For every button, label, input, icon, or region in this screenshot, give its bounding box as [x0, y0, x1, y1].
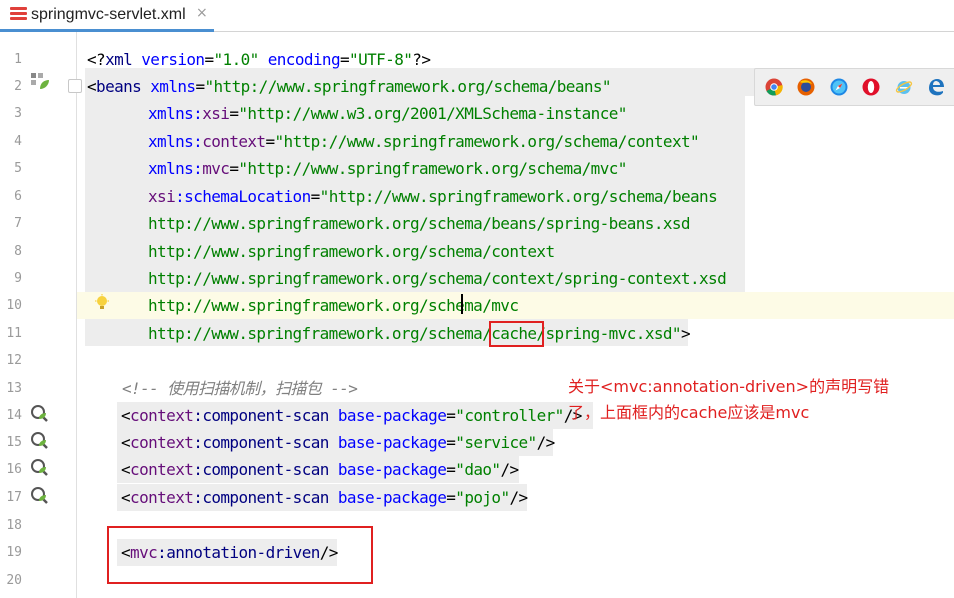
code-line-4: xmlns:context="http://www.springframewor…: [148, 132, 700, 151]
line-number: 5: [14, 161, 22, 176]
line-number: 12: [6, 353, 22, 368]
component-scan-icon[interactable]: [30, 404, 50, 422]
error-annotation-note: 关于<mvc:annotation-driven>的声明写错 了，上面框内的ca…: [568, 374, 948, 426]
line-number: 2: [14, 79, 22, 94]
line-number: 20: [6, 573, 22, 588]
line-number: 18: [6, 518, 22, 533]
code-line-5: xmlns:mvc="http://www.springframework.or…: [148, 159, 627, 178]
code-line-3: xmlns:xsi="http://www.w3.org/2001/XMLSch…: [148, 104, 627, 123]
code-line-6: xsi:schemaLocation="http://www.springfra…: [148, 187, 718, 206]
spring-bean-icon[interactable]: [30, 72, 50, 90]
code-line-8: http://www.springframework.org/schema/co…: [148, 242, 555, 261]
text-caret: [461, 294, 463, 314]
firefox-icon[interactable]: [797, 78, 815, 96]
browser-preview-bar: [754, 68, 954, 106]
edge-icon[interactable]: [927, 78, 945, 96]
safari-icon[interactable]: [830, 78, 848, 96]
code-line-11: http://www.springframework.org/schema/ca…: [148, 324, 691, 343]
tab-springmvc-servlet[interactable]: springmvc-servlet.xml ×: [0, 0, 214, 32]
xml-file-icon: [10, 7, 27, 23]
code-editor[interactable]: <?xml version="1.0" encoding="UTF-8"?> <…: [68, 32, 954, 598]
line-number: 4: [14, 134, 22, 149]
line-number: 7: [14, 216, 22, 231]
ie-icon[interactable]: [895, 78, 913, 96]
opera-icon[interactable]: [862, 78, 880, 96]
code-line-1: <?xml version="1.0" encoding="UTF-8"?>: [87, 50, 431, 69]
line-number: 6: [14, 189, 22, 204]
line-number: 10: [6, 298, 22, 313]
code-line-14: <context:component-scan base-package="co…: [121, 406, 582, 425]
code-line-17: <context:component-scan base-package="po…: [121, 488, 528, 507]
line-number: 15: [6, 435, 22, 450]
line-number: 14: [6, 408, 22, 423]
code-line-13: <!-- 使用扫描机制，扫描包 -->: [122, 379, 358, 398]
line-number: 19: [6, 545, 22, 560]
line-number: 8: [14, 244, 22, 259]
line-number: 16: [6, 462, 22, 477]
line-number: 1: [14, 52, 22, 67]
close-icon[interactable]: ×: [196, 5, 208, 21]
code-line-7: http://www.springframework.org/schema/be…: [148, 214, 691, 233]
lightbulb-icon[interactable]: [94, 294, 110, 312]
tab-title: springmvc-servlet.xml: [31, 6, 186, 23]
line-number: 3: [14, 106, 22, 121]
line-number: 9: [14, 271, 22, 286]
cache-error-highlight-box: [489, 321, 544, 347]
line-number-gutter: 1 2 3 4 5 6 7 8 9 10 11 12 13 14 15 16 1…: [0, 32, 77, 598]
chrome-icon[interactable]: [765, 78, 783, 96]
code-line-15: <context:component-scan base-package="se…: [121, 433, 555, 452]
component-scan-icon[interactable]: [30, 431, 50, 449]
component-scan-icon[interactable]: [30, 486, 50, 504]
code-line-2: <beans xmlns="http://www.springframework…: [87, 77, 612, 96]
component-scan-icon[interactable]: [30, 458, 50, 476]
line-number: 17: [6, 490, 22, 505]
code-line-16: <context:component-scan base-package="da…: [121, 460, 519, 479]
annotation-driven-highlight-box: [107, 526, 373, 584]
line-number: 11: [6, 326, 22, 341]
code-line-9: http://www.springframework.org/schema/co…: [148, 269, 727, 288]
fold-marker-icon[interactable]: [68, 79, 82, 93]
annotation-line-1: 关于<mvc:annotation-driven>的声明写错: [568, 377, 890, 396]
annotation-line-2: 了，上面框内的cache应该是mvc: [568, 403, 810, 422]
line-number: 13: [6, 381, 22, 396]
editor-tab-bar: springmvc-servlet.xml ×: [0, 0, 954, 32]
